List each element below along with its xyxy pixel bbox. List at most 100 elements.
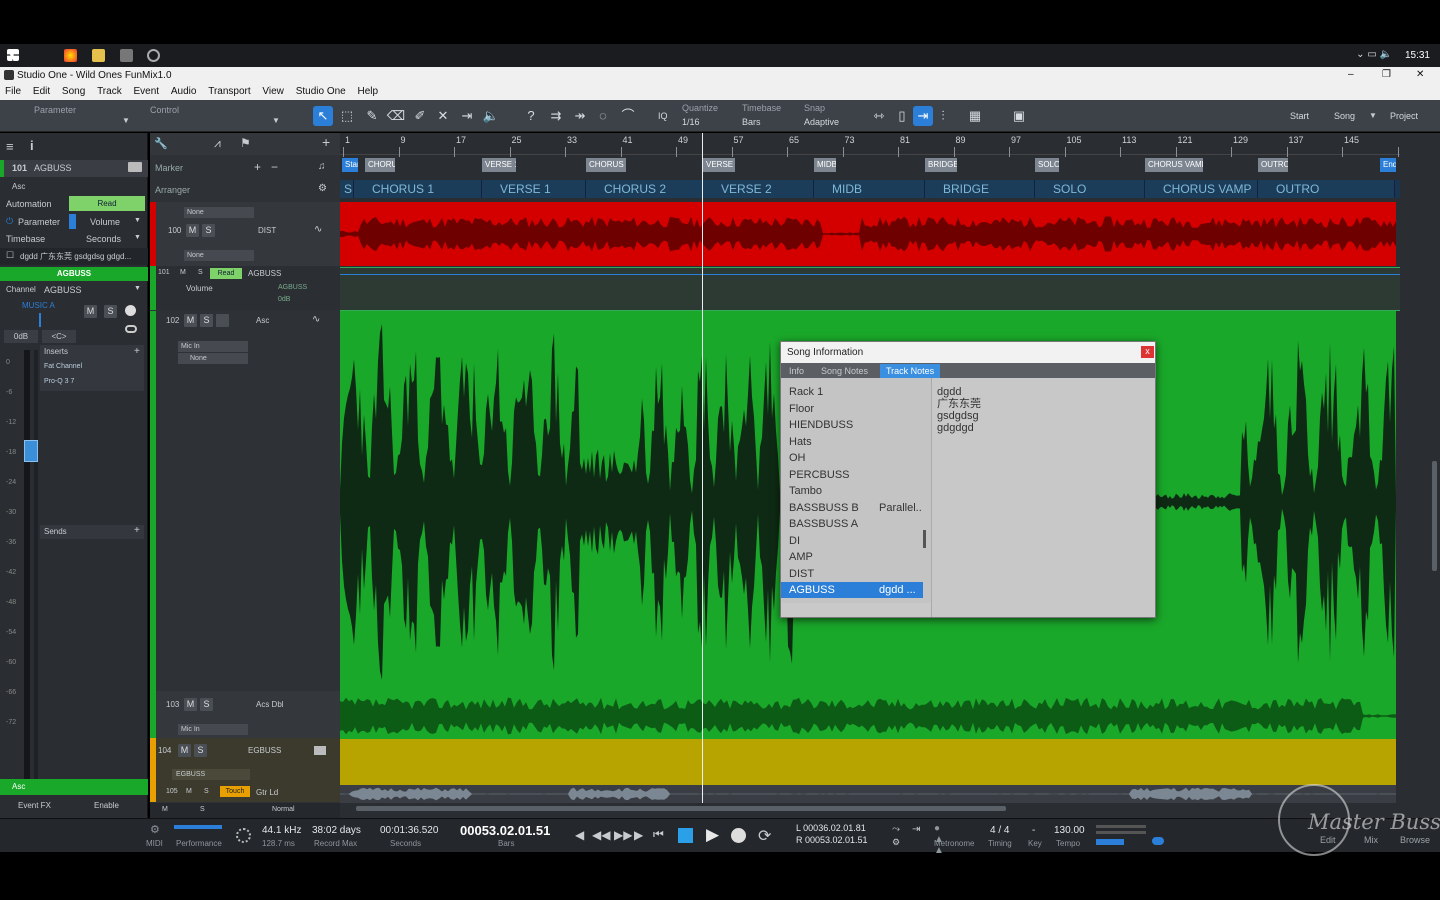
- zoom-icon[interactable]: ◌: [593, 106, 613, 126]
- track-list-item[interactable]: AGBUSS dgdd ...: [781, 582, 923, 598]
- track-104-header[interactable]: 104 M S EGBUSS EGBUSS: [150, 738, 340, 784]
- video-icon[interactable]: ▣: [1009, 106, 1029, 126]
- precount-icon[interactable]: ⤳: [892, 824, 900, 835]
- dialog-close-button[interactable]: x: [1141, 346, 1154, 358]
- iq-button[interactable]: IQ: [658, 111, 668, 121]
- marker-solo[interactable]: SOLO: [1035, 158, 1059, 172]
- track-102-wave-icon[interactable]: ∿: [312, 314, 320, 325]
- marker-bridge[interactable]: BRIDGE: [925, 158, 957, 172]
- snap-marker-icon[interactable]: ⫶: [933, 106, 953, 126]
- volume-value[interactable]: 0dB: [4, 330, 38, 343]
- paint-tool-icon[interactable]: ✐: [410, 106, 430, 126]
- quantize-select[interactable]: 1/16: [682, 117, 700, 127]
- autoscroll-icon[interactable]: ⇉: [546, 106, 566, 126]
- arranger-section-solo[interactable]: SOLO: [1035, 180, 1145, 198]
- track-105-touch[interactable]: Touch: [220, 786, 250, 797]
- song-button[interactable]: Song: [1334, 111, 1355, 121]
- event-fx-label[interactable]: Event FX: [18, 801, 51, 810]
- track-100-event[interactable]: [340, 202, 1396, 266]
- track-103-solo[interactable]: S: [200, 698, 213, 711]
- info-icon[interactable]: i: [30, 138, 34, 153]
- browser-icon[interactable]: [64, 49, 77, 62]
- track-100-input[interactable]: None: [184, 207, 254, 218]
- bend-tool-icon[interactable]: ⇥: [457, 106, 477, 126]
- arranger-section-chorus-1[interactable]: CHORUS 1: [354, 180, 482, 198]
- track-105-event[interactable]: [340, 785, 1396, 803]
- track-list-item[interactable]: Hats: [781, 434, 923, 450]
- track-100-header[interactable]: None 100 M S DIST ∿ None: [150, 202, 340, 266]
- track-104-solo[interactable]: S: [194, 744, 207, 757]
- tab-track-notes[interactable]: Track Notes: [880, 364, 941, 378]
- fader-knob[interactable]: [24, 440, 38, 462]
- eraser-tool-icon[interactable]: ⌫: [386, 106, 406, 126]
- start-button[interactable]: Start: [1290, 111, 1309, 121]
- play-button[interactable]: ▶: [706, 825, 719, 845]
- menu-edit[interactable]: Edit: [28, 84, 54, 97]
- channel-mute-button[interactable]: M: [84, 305, 97, 318]
- vertical-scrollbar[interactable]: [1400, 133, 1440, 818]
- split-tool-icon[interactable]: ✎: [362, 106, 382, 126]
- range-tool-icon[interactable]: ⬚: [337, 106, 357, 126]
- project-button[interactable]: Project: [1390, 111, 1418, 121]
- arranger-settings-icon[interactable]: ⚙: [318, 183, 327, 194]
- channel-dropdown-icon[interactable]: ▼: [134, 285, 141, 292]
- menu-track[interactable]: Track: [92, 84, 126, 97]
- track-103-header[interactable]: 103 M S Acs Dbl Mic In: [150, 691, 340, 738]
- app-icon[interactable]: [120, 49, 133, 62]
- close-button[interactable]: ✕: [1416, 69, 1424, 80]
- arranger-section-verse-1[interactable]: VERSE 1: [482, 180, 586, 198]
- track-100-output[interactable]: None: [184, 250, 254, 261]
- mute-tool-icon[interactable]: ✕: [433, 106, 453, 126]
- track-list[interactable]: Rack 1 Floor HIENDBUSS Hats OH PERCBUSS Tambo B…: [781, 378, 931, 603]
- track-101-read[interactable]: Read: [210, 268, 242, 279]
- enable-button[interactable]: Enable: [94, 801, 119, 810]
- arranger-section-chorus-2[interactable]: CHORUS 2: [586, 180, 703, 198]
- marker-chorus-1[interactable]: CHORUS 1: [365, 158, 395, 172]
- track-list-item[interactable]: OH: [781, 450, 923, 466]
- folder-icon[interactable]: [92, 49, 105, 62]
- playhead[interactable]: [702, 133, 703, 803]
- control-dropdown-icon[interactable]: ▼: [272, 116, 280, 125]
- settings-icon[interactable]: ⚙: [150, 823, 160, 836]
- track-104-folder-lane[interactable]: [340, 739, 1396, 785]
- parameter-dropdown-icon[interactable]: ▼: [122, 116, 130, 125]
- marker-end[interactable]: End: [1380, 158, 1396, 172]
- track-102-mute[interactable]: M: [184, 314, 197, 327]
- snap-cursor-icon[interactable]: ⇥: [913, 106, 933, 126]
- list-icon[interactable]: ≡: [6, 139, 14, 154]
- marker-chorus-2[interactable]: CHORUS 2: [586, 158, 626, 172]
- arrow-tool-icon[interactable]: ↖: [313, 106, 333, 126]
- output-toggle[interactable]: [1152, 837, 1164, 845]
- monitor-icon[interactable]: [125, 305, 136, 316]
- timebase-select[interactable]: Seconds: [86, 234, 121, 244]
- autopunch-icon[interactable]: ⇥: [912, 824, 920, 835]
- horizontal-scrollbar[interactable]: [356, 806, 1006, 811]
- track-notes-text[interactable]: dgdd 广东东莞 gsdgdsg gdgdgd: [931, 378, 1155, 617]
- menu-event[interactable]: Event: [128, 84, 163, 97]
- add-marker-icon[interactable]: +: [254, 160, 261, 174]
- power-icon[interactable]: ⏻: [6, 216, 13, 227]
- follow-icon[interactable]: ↠: [570, 106, 590, 126]
- arranger-section-s[interactable]: S: [340, 180, 354, 198]
- timebase-select[interactable]: Bars: [742, 117, 761, 127]
- inserts-label[interactable]: Inserts: [44, 347, 68, 356]
- inserts-add-icon[interactable]: +: [134, 346, 140, 357]
- track-103-event[interactable]: [340, 693, 1396, 739]
- forward-button[interactable]: ▶▶: [614, 828, 632, 842]
- menu-studio-one[interactable]: Studio One: [291, 84, 350, 97]
- track-list-item[interactable]: Floor: [781, 401, 923, 417]
- insert-proq[interactable]: Pro-Q 3 7: [44, 378, 74, 385]
- timebase-dropdown-icon[interactable]: ▼: [134, 234, 141, 241]
- rewind-to-start-button[interactable]: ◀: [575, 828, 584, 842]
- ripple-icon[interactable]: ⌒: [618, 106, 638, 126]
- rewind-button[interactable]: ◀◀: [592, 828, 610, 842]
- song-dropdown-icon[interactable]: ▼: [1369, 111, 1377, 120]
- inspector-track-header[interactable]: 101 AGBUSS: [0, 160, 148, 177]
- menu-file[interactable]: File: [0, 84, 25, 97]
- track-list-item[interactable]: PERCBUSS: [781, 467, 923, 483]
- automation-icon[interactable]: ⩘: [214, 136, 221, 151]
- track-list-item[interactable]: DI: [781, 533, 923, 549]
- track-list-scrollbar[interactable]: [923, 530, 926, 548]
- track-101-mute[interactable]: M: [180, 269, 186, 276]
- automation-read-button[interactable]: Read: [69, 196, 145, 211]
